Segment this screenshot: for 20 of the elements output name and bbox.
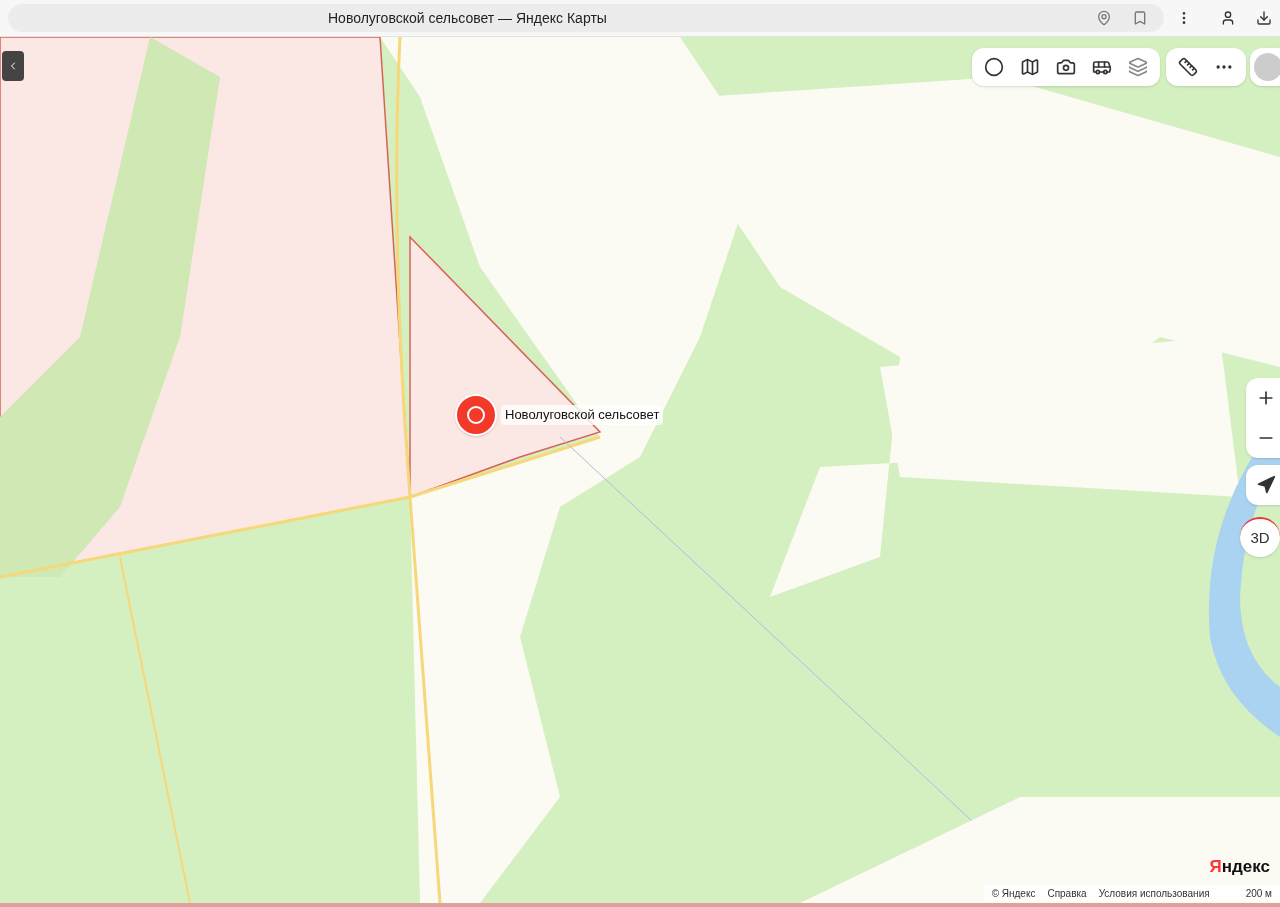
arrow-icon xyxy=(1256,475,1276,495)
marker-label[interactable]: Новолуговской сельсовет xyxy=(501,405,664,425)
layers-icon[interactable] xyxy=(1128,57,1148,77)
footer-link[interactable]: Справка xyxy=(1047,885,1087,901)
location-pin-icon[interactable] xyxy=(1096,10,1112,26)
page-title: Новолуговской сельсовет — Яндекс Карты xyxy=(328,8,608,28)
copyright-text: © Яндекс xyxy=(991,886,1036,901)
download-icon[interactable] xyxy=(1256,10,1272,26)
map-icon[interactable] xyxy=(1020,57,1040,77)
scale-label: 200 м xyxy=(1245,886,1272,901)
address-bar[interactable]: Новолуговской сельсовет — Яндекс Карты xyxy=(8,4,1164,32)
collapse-panel-button[interactable] xyxy=(2,51,24,81)
footer-link[interactable]: Условия использования xyxy=(1098,885,1210,901)
bookmark-icon[interactable] xyxy=(1132,10,1148,26)
camera-icon[interactable] xyxy=(1056,57,1076,77)
profile-icon[interactable] xyxy=(1220,10,1236,26)
circle-icon[interactable] xyxy=(984,57,1004,77)
locate-button[interactable] xyxy=(1246,465,1280,505)
ruler-icon[interactable] xyxy=(1178,57,1198,77)
yandex-logo: Яндекс xyxy=(1209,855,1270,878)
